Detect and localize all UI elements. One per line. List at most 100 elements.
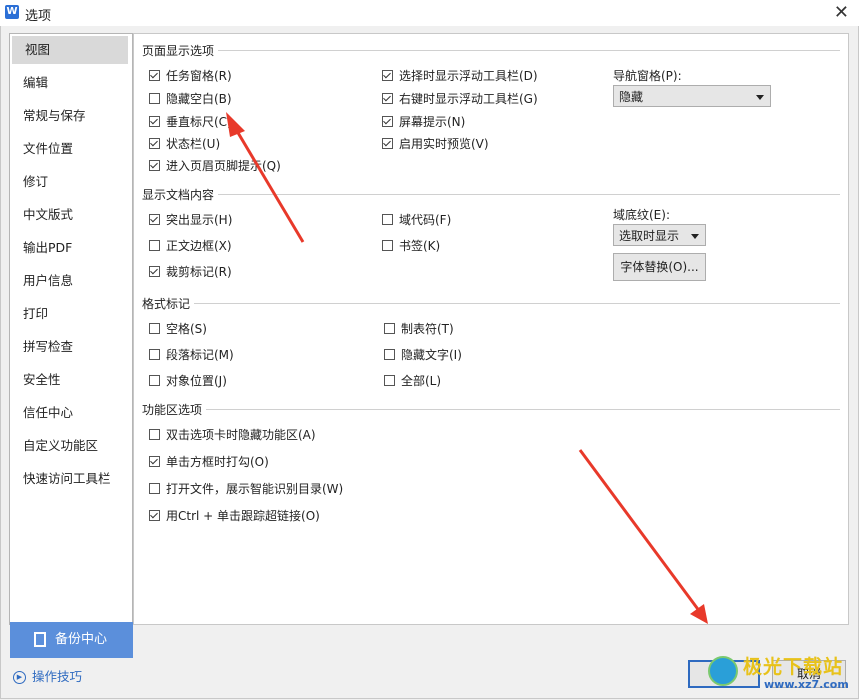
checkbox-box bbox=[149, 93, 160, 104]
section-title-ribbon: 功能区选项 bbox=[142, 403, 203, 417]
live-preview-checkbox[interactable]: 启用实时预览(V) bbox=[382, 135, 489, 152]
divider bbox=[206, 409, 840, 410]
paragraph-mark-checkbox[interactable]: 段落标记(M) bbox=[149, 346, 234, 363]
crop-marks-checkbox[interactable]: 裁剪标记(R) bbox=[149, 263, 232, 280]
sidebar-item-spell-check[interactable]: 拼写检查 bbox=[10, 333, 128, 361]
play-circle-icon: ▶ bbox=[13, 671, 26, 684]
watermark-url: www.xz7.com bbox=[764, 678, 849, 691]
checkbox-box bbox=[149, 160, 160, 171]
checkbox-box bbox=[149, 456, 160, 467]
divider bbox=[218, 194, 840, 195]
click-box-tick-checkbox[interactable]: 单击方框时打勾(O) bbox=[149, 453, 269, 470]
checkbox-box bbox=[382, 93, 393, 104]
task-pane-label: 任务窗格(R) bbox=[166, 69, 232, 83]
all-marks-checkbox[interactable]: 全部(L) bbox=[384, 372, 441, 389]
sidebar-item-export-pdf[interactable]: 输出PDF bbox=[10, 234, 128, 262]
sidebar-item-general-save[interactable]: 常规与保存 bbox=[10, 102, 128, 130]
backup-center-button[interactable]: 备份中心 bbox=[10, 622, 133, 658]
screen-tip-checkbox[interactable]: 屏幕提示(N) bbox=[382, 113, 465, 130]
title-bar: W 选项 ✕ bbox=[0, 0, 859, 26]
screen-tip-label: 屏幕提示(N) bbox=[399, 115, 466, 129]
nav-pane-select[interactable]: 隐藏 bbox=[613, 85, 771, 107]
chevron-down-icon bbox=[756, 95, 764, 100]
sidebar-item-chinese-layout[interactable]: 中文版式 bbox=[10, 201, 128, 229]
sidebar-item-file-location[interactable]: 文件位置 bbox=[10, 135, 128, 163]
float-toolbar-select-checkbox[interactable]: 选择时显示浮动工具栏(D) bbox=[382, 67, 538, 84]
click-box-tick-label: 单击方框时打勾(O) bbox=[166, 455, 269, 469]
hide-blank-checkbox[interactable]: 隐藏空白(B) bbox=[149, 90, 232, 107]
hide-blank-label: 隐藏空白(B) bbox=[166, 92, 232, 106]
dblclick-hide-ribbon-checkbox[interactable]: 双击选项卡时隐藏功能区(A) bbox=[149, 426, 316, 443]
header-footer-tip-label: 进入页眉页脚提示(Q) bbox=[166, 159, 281, 173]
space-mark-checkbox[interactable]: 空格(S) bbox=[149, 320, 207, 337]
sidebar-item-quick-access[interactable]: 快速访问工具栏 bbox=[10, 465, 128, 493]
bookmark-checkbox[interactable]: 书签(K) bbox=[382, 237, 440, 254]
tips-link[interactable]: ▶ 操作技巧 bbox=[13, 666, 82, 685]
dblclick-hide-ribbon-label: 双击选项卡时隐藏功能区(A) bbox=[166, 428, 316, 442]
field-code-label: 域代码(F) bbox=[399, 213, 452, 227]
all-marks-label: 全部(L) bbox=[401, 374, 442, 388]
window-title: 选项 bbox=[25, 9, 52, 24]
ctrl-click-link-checkbox[interactable]: 用Ctrl + 单击跟踪超链接(O) bbox=[149, 507, 320, 524]
object-position-label: 对象位置(J) bbox=[166, 374, 227, 388]
checkbox-box bbox=[149, 116, 160, 127]
font-substitution-button[interactable]: 字体替换(O)... bbox=[613, 253, 706, 281]
checkbox-box bbox=[149, 214, 160, 225]
sidebar-item-print[interactable]: 打印 bbox=[10, 300, 128, 328]
tab-char-label: 制表符(T) bbox=[401, 322, 454, 336]
close-icon[interactable]: ✕ bbox=[834, 2, 849, 23]
open-file-toc-checkbox[interactable]: 打开文件，展示智能识别目录(W) bbox=[149, 480, 343, 497]
checkbox-box bbox=[384, 349, 395, 360]
nav-pane-label: 导航窗格(P): bbox=[613, 69, 682, 83]
view-options-panel: 页面显示选项 任务窗格(R) 隐藏空白(B) 垂直标尺(C) 状态栏(U) 进入… bbox=[133, 33, 849, 625]
field-shading-select[interactable]: 选取时显示 bbox=[613, 224, 706, 246]
chevron-down-icon bbox=[691, 234, 699, 239]
field-shading-label: 域底纹(E): bbox=[613, 208, 670, 222]
checkbox-box bbox=[384, 375, 395, 386]
site-watermark: 极光下载站 www.xz7.com bbox=[706, 650, 856, 696]
checkbox-box bbox=[382, 116, 393, 127]
float-toolbar-rightclick-checkbox[interactable]: 右键时显示浮动工具栏(G) bbox=[382, 90, 538, 107]
sidebar-item-security[interactable]: 安全性 bbox=[10, 366, 128, 394]
sidebar-item-revision[interactable]: 修订 bbox=[10, 168, 128, 196]
sidebar-item-view[interactable]: 视图 bbox=[12, 36, 128, 64]
bookmark-label: 书签(K) bbox=[399, 239, 441, 253]
checkbox-box bbox=[149, 429, 160, 440]
highlight-label: 突出显示(H) bbox=[166, 213, 233, 227]
checkbox-box bbox=[384, 323, 395, 334]
float-toolbar-select-label: 选择时显示浮动工具栏(D) bbox=[399, 69, 538, 83]
sidebar-item-trust-center[interactable]: 信任中心 bbox=[10, 399, 128, 427]
float-toolbar-rightclick-label: 右键时显示浮动工具栏(G) bbox=[399, 92, 538, 106]
wps-writer-icon: W bbox=[5, 5, 19, 19]
options-sidebar: 视图 编辑 常规与保存 文件位置 修订 中文版式 输出PDF 用户信息 打印 拼… bbox=[9, 33, 133, 625]
checkbox-box bbox=[382, 214, 393, 225]
object-position-checkbox[interactable]: 对象位置(J) bbox=[149, 372, 227, 389]
status-bar-checkbox[interactable]: 状态栏(U) bbox=[149, 135, 220, 152]
sidebar-item-user-info[interactable]: 用户信息 bbox=[10, 267, 128, 295]
watermark-text: 极光下载站 bbox=[743, 656, 844, 678]
highlight-checkbox[interactable]: 突出显示(H) bbox=[149, 211, 232, 228]
checkbox-box bbox=[149, 349, 160, 360]
checkbox-box bbox=[149, 375, 160, 386]
divider bbox=[194, 303, 840, 304]
section-title-doc-content: 显示文档内容 bbox=[142, 188, 215, 202]
checkbox-box bbox=[382, 240, 393, 251]
task-pane-checkbox[interactable]: 任务窗格(R) bbox=[149, 67, 232, 84]
checkbox-box bbox=[149, 323, 160, 334]
header-footer-tip-checkbox[interactable]: 进入页眉页脚提示(Q) bbox=[149, 157, 281, 174]
field-code-checkbox[interactable]: 域代码(F) bbox=[382, 211, 451, 228]
checkbox-box bbox=[149, 70, 160, 81]
checkbox-box bbox=[382, 70, 393, 81]
backup-icon bbox=[34, 632, 46, 647]
open-file-toc-label: 打开文件，展示智能识别目录(W) bbox=[166, 482, 344, 496]
vertical-ruler-checkbox[interactable]: 垂直标尺(C) bbox=[149, 113, 232, 130]
ctrl-click-link-label: 用Ctrl + 单击跟踪超链接(O) bbox=[166, 509, 320, 523]
sidebar-item-customize-ribbon[interactable]: 自定义功能区 bbox=[10, 432, 128, 460]
field-shading-value: 选取时显示 bbox=[619, 229, 680, 243]
text-border-checkbox[interactable]: 正文边框(X) bbox=[149, 237, 232, 254]
tab-char-checkbox[interactable]: 制表符(T) bbox=[384, 320, 454, 337]
sidebar-item-edit[interactable]: 编辑 bbox=[10, 69, 128, 97]
vertical-ruler-label: 垂直标尺(C) bbox=[166, 115, 232, 129]
hidden-text-checkbox[interactable]: 隐藏文字(I) bbox=[384, 346, 462, 363]
checkbox-box bbox=[149, 138, 160, 149]
